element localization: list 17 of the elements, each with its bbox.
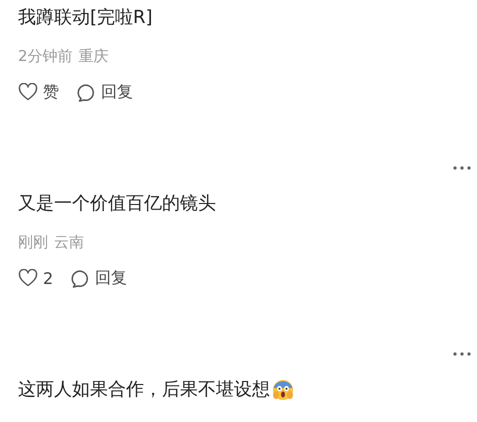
speech-bubble-icon	[71, 268, 90, 288]
comment-text: 我蹲联动[完啦R]	[18, 6, 153, 30]
reply-button[interactable]: 回复	[77, 80, 133, 104]
heart-icon	[18, 83, 38, 101]
comment-text: 又是一个价值百亿的镜头	[18, 192, 216, 216]
comment-location: 重庆	[78, 46, 109, 67]
comment-text: 这两人如果合作，后果不堪设想	[18, 378, 270, 402]
like-button[interactable]: 2	[18, 266, 54, 290]
like-button[interactable]: 赞	[18, 80, 59, 104]
comment-location: 云南	[54, 232, 84, 253]
comment-time: 2分钟前	[18, 46, 73, 67]
heart-icon	[18, 269, 38, 287]
more-options-icon[interactable]	[453, 166, 471, 170]
speech-bubble-icon	[77, 82, 96, 102]
more-options-icon[interactable]	[453, 352, 471, 356]
comment-time: 刚刚	[18, 232, 48, 253]
reply-button[interactable]: 回复	[71, 266, 128, 290]
